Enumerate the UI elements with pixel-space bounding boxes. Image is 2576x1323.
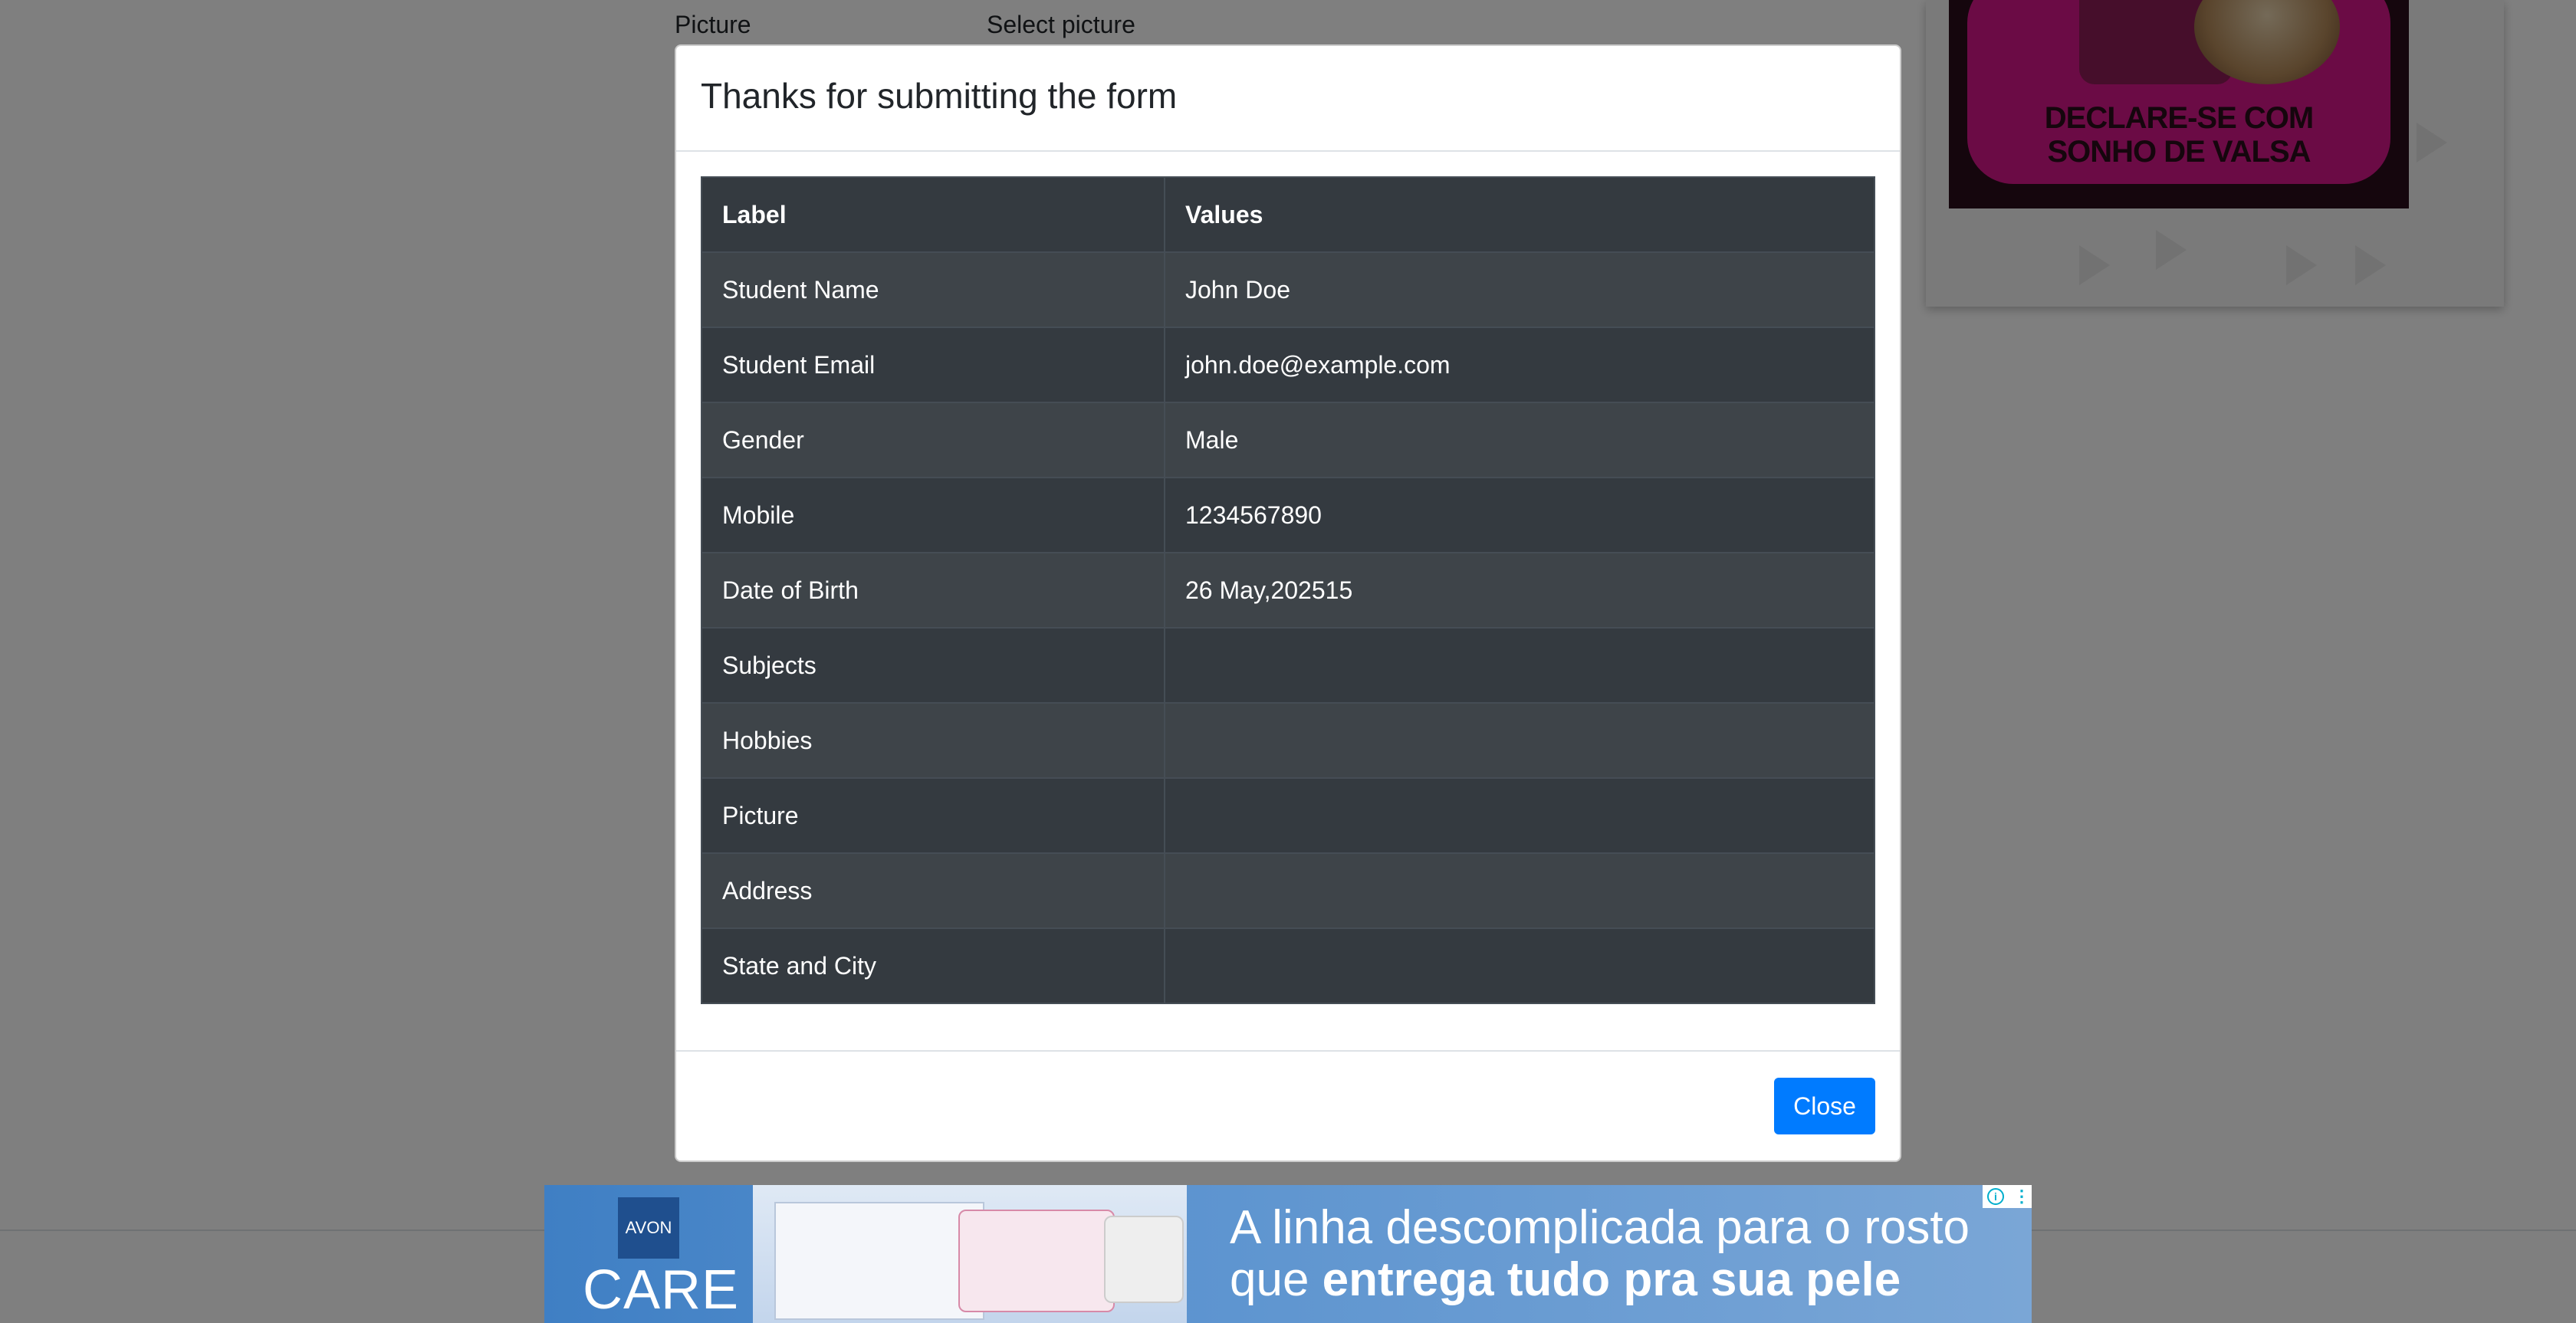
more-vertical-icon[interactable]: ⋮	[2013, 1187, 2030, 1206]
avon-logo: AVON	[618, 1197, 679, 1259]
product-pump-image	[1104, 1216, 1184, 1303]
row-value	[1164, 927, 1875, 1004]
table-row: Picture	[701, 777, 1875, 854]
row-label: Picture	[701, 777, 1165, 854]
table-row: Student Email john.doe@example.com	[701, 327, 1875, 403]
row-value: 1234567890	[1164, 477, 1875, 553]
table-row: Address	[701, 852, 1875, 929]
product-box-image	[774, 1202, 984, 1320]
product-bottle-image	[958, 1210, 1115, 1312]
modal-footer: Close	[676, 1050, 1900, 1160]
table-row: Subjects	[701, 627, 1875, 704]
row-value	[1164, 852, 1875, 929]
care-logo-text: CARE	[583, 1259, 740, 1321]
table-row: Mobile 1234567890	[701, 477, 1875, 553]
row-value: Male	[1164, 402, 1875, 478]
row-value: john.doe@example.com	[1164, 327, 1875, 403]
row-value	[1164, 627, 1875, 704]
row-label: Student Email	[701, 327, 1165, 403]
row-value	[1164, 777, 1875, 854]
row-label: Date of Birth	[701, 552, 1165, 629]
ad-choices[interactable]: i ⋮	[1983, 1185, 2032, 1208]
ad-headline-line2: que entrega tudo pra sua pele	[1230, 1253, 1901, 1306]
table-row: Gender Male	[701, 402, 1875, 478]
submission-modal: Thanks for submitting the form Label Val…	[675, 44, 1901, 1162]
table-row: Student Name John Doe	[701, 251, 1875, 328]
row-value: 26 May,202515	[1164, 552, 1875, 629]
table-row: Date of Birth 26 May,202515	[701, 552, 1875, 629]
submission-table: Label Values Student Name John Doe Stude…	[701, 176, 1875, 1004]
row-label: Hobbies	[701, 702, 1165, 779]
row-label: Subjects	[701, 627, 1165, 704]
row-label: Student Name	[701, 251, 1165, 328]
info-icon[interactable]: i	[1987, 1188, 2004, 1205]
row-label: Gender	[701, 402, 1165, 478]
row-value	[1164, 702, 1875, 779]
table-row: State and City	[701, 927, 1875, 1004]
bottom-ad-banner[interactable]: AVON CARE A linha descomplicada para o r…	[544, 1185, 2032, 1323]
row-label: Address	[701, 852, 1165, 929]
table-header-row: Label Values	[701, 176, 1875, 253]
close-button[interactable]: Close	[1774, 1078, 1875, 1134]
ad-headline-line1: A linha descomplicada para o rosto	[1230, 1201, 1970, 1254]
modal-title: Thanks for submitting the form	[701, 76, 1178, 116]
row-label: Mobile	[701, 477, 1165, 553]
column-header-values: Values	[1164, 176, 1875, 253]
modal-header: Thanks for submitting the form	[676, 46, 1900, 152]
table-row: Hobbies	[701, 702, 1875, 779]
row-label: State and City	[701, 927, 1165, 1004]
row-value: John Doe	[1164, 251, 1875, 328]
column-header-label: Label	[701, 176, 1165, 253]
modal-body: Label Values Student Name John Doe Stude…	[701, 176, 1875, 1004]
